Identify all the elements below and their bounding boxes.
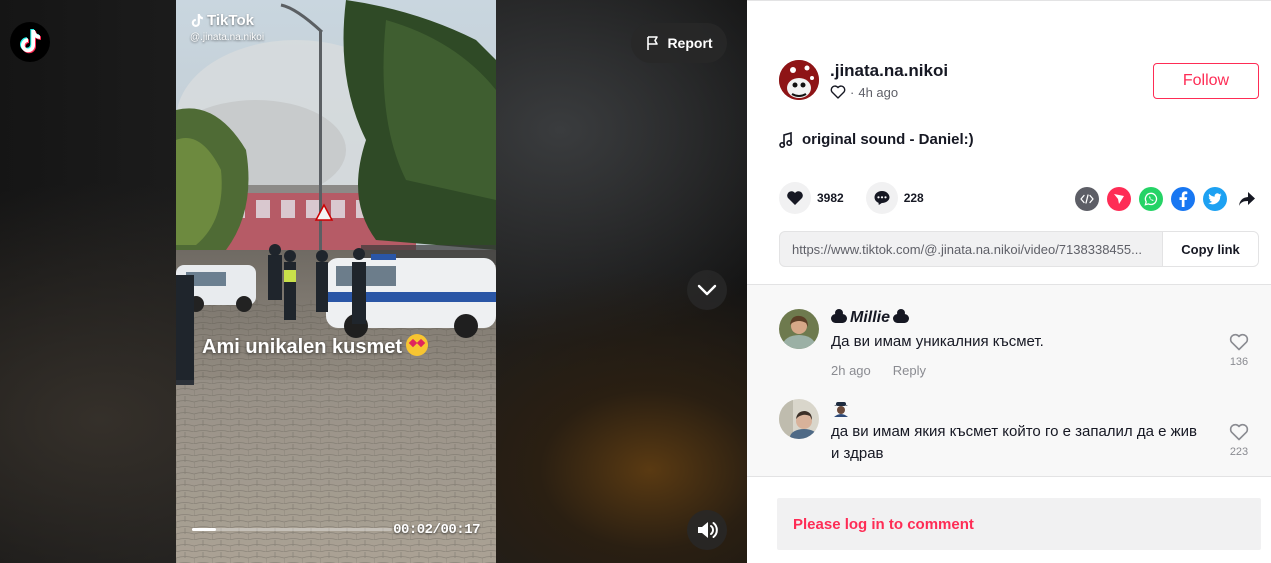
author-name[interactable]: .jinata.na.nikoi <box>830 61 948 81</box>
commenter-avatar[interactable] <box>779 309 819 349</box>
cloud-icon <box>893 308 910 323</box>
comment-text: Да ви имам уникалния късмет. <box>831 333 1044 350</box>
embed-icon[interactable] <box>1075 187 1099 211</box>
comment-body: да ви имам якия късмет който го е запали… <box>831 399 1201 465</box>
author-avatar[interactable] <box>779 60 819 100</box>
comment-like-count: 136 <box>1229 356 1249 368</box>
heart-outline-icon <box>830 85 846 99</box>
music-title: original sound - Daniel:) <box>802 131 974 148</box>
video-time: 00:02/00:17 <box>393 522 480 538</box>
comment-time: 2h ago <box>831 363 871 378</box>
follow-button[interactable]: Follow <box>1153 63 1259 99</box>
comment-body: Millie Да ви имам уникалния късмет. 2h a… <box>831 308 1201 378</box>
commenter-avatar[interactable] <box>779 399 819 439</box>
tiktok-video-page: TikTok @.jinata.na.nikoi Ami unikalen ku… <box>0 0 1271 563</box>
video-caption-text: Ami unikalen kusmet <box>202 336 403 358</box>
video-url[interactable]: https://www.tiktok.com/@.jinata.na.nikoi… <box>780 242 1162 257</box>
send-icon[interactable] <box>1107 187 1131 211</box>
reply-button[interactable]: Reply <box>893 363 926 378</box>
facebook-icon[interactable] <box>1171 187 1195 211</box>
like-stat: 3982 <box>779 182 844 214</box>
next-video-button[interactable] <box>687 270 727 310</box>
comment-icon <box>874 191 890 205</box>
tiktok-note-icon <box>191 13 203 27</box>
author-subline: · 4h ago <box>830 85 948 100</box>
commenter-name[interactable] <box>831 399 1201 417</box>
comment-count: 228 <box>903 191 924 205</box>
comment-like-count: 223 <box>1229 446 1249 458</box>
like-count: 3982 <box>817 191 844 205</box>
report-button[interactable]: Report <box>631 23 727 63</box>
volume-button[interactable] <box>687 510 727 550</box>
detective-emoji-icon <box>834 402 848 417</box>
copy-link-button[interactable]: Copy link <box>1162 232 1258 266</box>
details-panel: .jinata.na.nikoi · 4h ago Follow origina… <box>747 0 1271 563</box>
watermark-handle: @.jinata.na.nikoi <box>190 32 265 43</box>
twitter-icon[interactable] <box>1203 187 1227 211</box>
comment-text: да ви имам якия късмет който го е запали… <box>831 423 1197 462</box>
tiktok-logo-icon[interactable] <box>10 22 50 62</box>
author-meta: .jinata.na.nikoi · 4h ago <box>830 61 948 100</box>
report-label: Report <box>667 35 713 51</box>
comment-list[interactable]: Millie Да ви имам уникалния късмет. 2h a… <box>747 284 1271 477</box>
share-icons <box>1075 187 1259 211</box>
separator-dot: · <box>850 84 855 100</box>
commenter-name[interactable]: Millie <box>831 308 1201 327</box>
music-info[interactable]: original sound - Daniel:) <box>779 131 974 148</box>
share-arrow-icon[interactable] <box>1235 187 1259 211</box>
video-player[interactable]: TikTok @.jinata.na.nikoi Ami unikalen ku… <box>176 0 496 563</box>
video-stage: TikTok @.jinata.na.nikoi Ami unikalen ku… <box>0 0 747 563</box>
heart-outline-icon <box>1229 423 1249 441</box>
author-info[interactable]: .jinata.na.nikoi · 4h ago <box>779 60 948 100</box>
heart-icon <box>787 191 803 205</box>
comment-meta: 2h ago Reply <box>831 363 1201 378</box>
post-time: 4h ago <box>858 84 899 100</box>
engagement-stats: 3982 228 <box>779 182 946 214</box>
comment-button[interactable] <box>865 182 898 214</box>
video-caption: Ami unikalen kusmet <box>202 334 429 359</box>
video-progress-fill <box>192 528 216 531</box>
like-button[interactable] <box>779 182 811 214</box>
chevron-down-icon <box>697 284 717 296</box>
watermark-brand: TikTok <box>207 12 254 29</box>
login-to-comment-button[interactable]: Please log in to comment <box>777 498 1261 550</box>
tiktok-watermark: TikTok @.jinata.na.nikoi <box>190 12 264 43</box>
commenter-name-text: Millie <box>850 309 891 326</box>
heart-outline-icon <box>1229 333 1249 351</box>
flag-icon <box>647 36 659 50</box>
video-progress-bar[interactable] <box>192 528 392 531</box>
comment-stat: 228 <box>865 182 924 214</box>
video-frame-image <box>176 0 496 563</box>
comment-like[interactable]: 136 <box>1219 333 1259 368</box>
comment-like[interactable]: 223 <box>1219 423 1259 458</box>
cloud-icon <box>831 308 847 323</box>
speaker-icon <box>698 522 718 538</box>
music-note-icon <box>779 131 793 148</box>
whatsapp-icon[interactable] <box>1139 187 1163 211</box>
copy-link-box: https://www.tiktok.com/@.jinata.na.nikoi… <box>779 231 1259 267</box>
heart-eyes-emoji-icon <box>406 334 429 356</box>
